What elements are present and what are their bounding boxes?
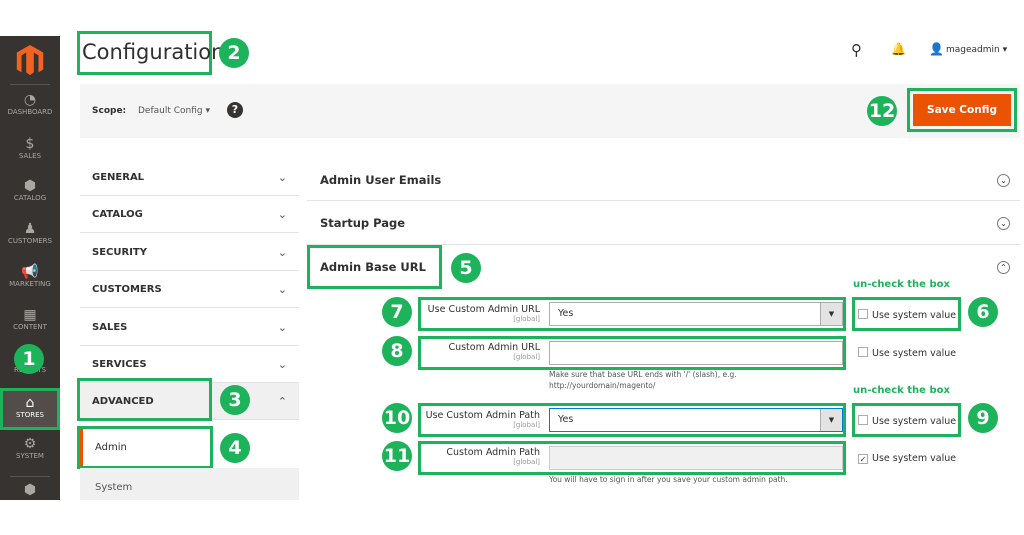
admin-sidebar: ◔ DASHBOARD $ SALES ⬢ CATALOG ♟ CUSTOMERS 📢 M…	[0, 36, 60, 500]
scope-label: Scope:	[92, 106, 127, 116]
annotation-7: 7	[382, 297, 412, 327]
field-hint: You will have to sign in after you save …	[549, 475, 788, 484]
magento-logo-icon[interactable]	[14, 44, 46, 78]
dollar-icon: $	[25, 136, 35, 152]
store-icon: ⌂	[25, 395, 35, 411]
annotation-uncheck-2: un-check the box	[853, 385, 950, 396]
annotation-11: 11	[382, 441, 412, 471]
use-system-value-checkbox-checked[interactable]: ✓ Use system value	[858, 453, 956, 464]
nav-extensions[interactable]: ⬢	[0, 482, 60, 498]
nav-catalog[interactable]: ⬢ CATALOG	[0, 178, 60, 202]
tab-sales[interactable]: SALES ⌄	[80, 309, 299, 346]
use-system-value-checkbox[interactable]: Use system value	[858, 309, 956, 321]
annotation-9: 9	[968, 403, 998, 433]
section-admin-user-emails[interactable]: Admin User Emails ⌄	[307, 160, 1020, 201]
nav-system[interactable]: ⚙ SYSTEM	[0, 436, 60, 460]
custom-admin-path-input[interactable]	[549, 446, 843, 470]
bell-icon[interactable]: 🔔	[891, 42, 906, 56]
nav-customers[interactable]: ♟ CUSTOMERS	[0, 221, 60, 245]
chevron-down-icon: ⌄	[277, 171, 287, 184]
user-icon: 👤	[929, 42, 944, 56]
chevron-up-icon: ⌃	[277, 395, 287, 408]
nav-stores[interactable]: ⌂ STORES	[0, 388, 60, 430]
megaphone-icon: 📢	[21, 264, 39, 280]
page-title: Configuration	[82, 40, 225, 64]
annotation-3: 3	[220, 385, 250, 415]
chevron-down-icon: ⌄	[277, 208, 287, 221]
box-icon: ⬢	[23, 178, 37, 194]
tab-general[interactable]: GENERAL ⌄	[80, 159, 299, 196]
collapse-icon: ⌃	[997, 261, 1010, 274]
nav-marketing[interactable]: 📢 MARKETING	[0, 264, 60, 288]
annotation-4: 4	[220, 433, 250, 463]
use-system-value-checkbox[interactable]: Use system value	[858, 347, 956, 359]
search-icon[interactable]: ⚲	[851, 41, 862, 59]
highlight-section	[307, 245, 442, 289]
annotation-8: 8	[382, 336, 412, 366]
chevron-down-icon: ⌄	[277, 283, 287, 296]
use-system-value-checkbox[interactable]: Use system value	[858, 415, 956, 427]
cube-icon: ⬢	[23, 482, 37, 498]
expand-icon: ⌄	[997, 174, 1010, 187]
annotation-uncheck-1: un-check the box	[853, 279, 950, 290]
annotation-2: 2	[219, 38, 249, 68]
chevron-down-icon: ⌄	[277, 246, 287, 259]
user-menu[interactable]: mageadmin ▾	[946, 45, 1007, 55]
nav-content[interactable]: ▦ CONTENT	[0, 307, 60, 331]
tab-security[interactable]: SECURITY ⌄	[80, 234, 299, 271]
highlight-advanced	[77, 378, 212, 421]
layout-icon: ▦	[23, 307, 37, 323]
use-custom-admin-path-select[interactable]: Yes ▼	[549, 408, 843, 432]
highlight-admin	[77, 426, 213, 469]
annotation-10: 10	[382, 403, 412, 433]
subtab-system[interactable]: System	[80, 468, 299, 500]
annotation-12: 12	[867, 96, 897, 126]
nav-dashboard[interactable]: ◔ DASHBOARD	[0, 92, 60, 116]
chevron-down-icon: ⌄	[277, 321, 287, 334]
dashboard-icon: ◔	[23, 92, 37, 108]
annotation-6: 6	[968, 297, 998, 327]
dropdown-arrow-icon: ▼	[820, 409, 842, 431]
chevron-down-icon: ⌄	[277, 358, 287, 371]
help-icon[interactable]: ?	[227, 102, 243, 118]
field-label: Use Custom Admin URL [global]	[427, 304, 540, 323]
dropdown-arrow-icon: ▼	[820, 303, 842, 325]
custom-admin-url-input[interactable]	[549, 341, 843, 365]
section-startup-page[interactable]: Startup Page ⌄	[307, 201, 1020, 245]
gear-icon: ⚙	[23, 436, 37, 452]
use-custom-admin-url-select[interactable]: Yes ▼	[549, 302, 843, 326]
tab-catalog[interactable]: CATALOG ⌄	[80, 196, 299, 233]
nav-sales[interactable]: $ SALES	[0, 136, 60, 160]
annotation-5: 5	[451, 253, 481, 283]
scope-switcher[interactable]: Default Config ▾	[138, 106, 210, 116]
expand-icon: ⌄	[997, 217, 1010, 230]
tab-customers[interactable]: CUSTOMERS ⌄	[80, 271, 299, 308]
save-config-button[interactable]: Save Config	[913, 94, 1011, 126]
annotation-1: 1	[14, 344, 44, 374]
person-icon: ♟	[23, 221, 37, 237]
field-hint: Make sure that base URL ends with '/' (s…	[549, 370, 737, 390]
